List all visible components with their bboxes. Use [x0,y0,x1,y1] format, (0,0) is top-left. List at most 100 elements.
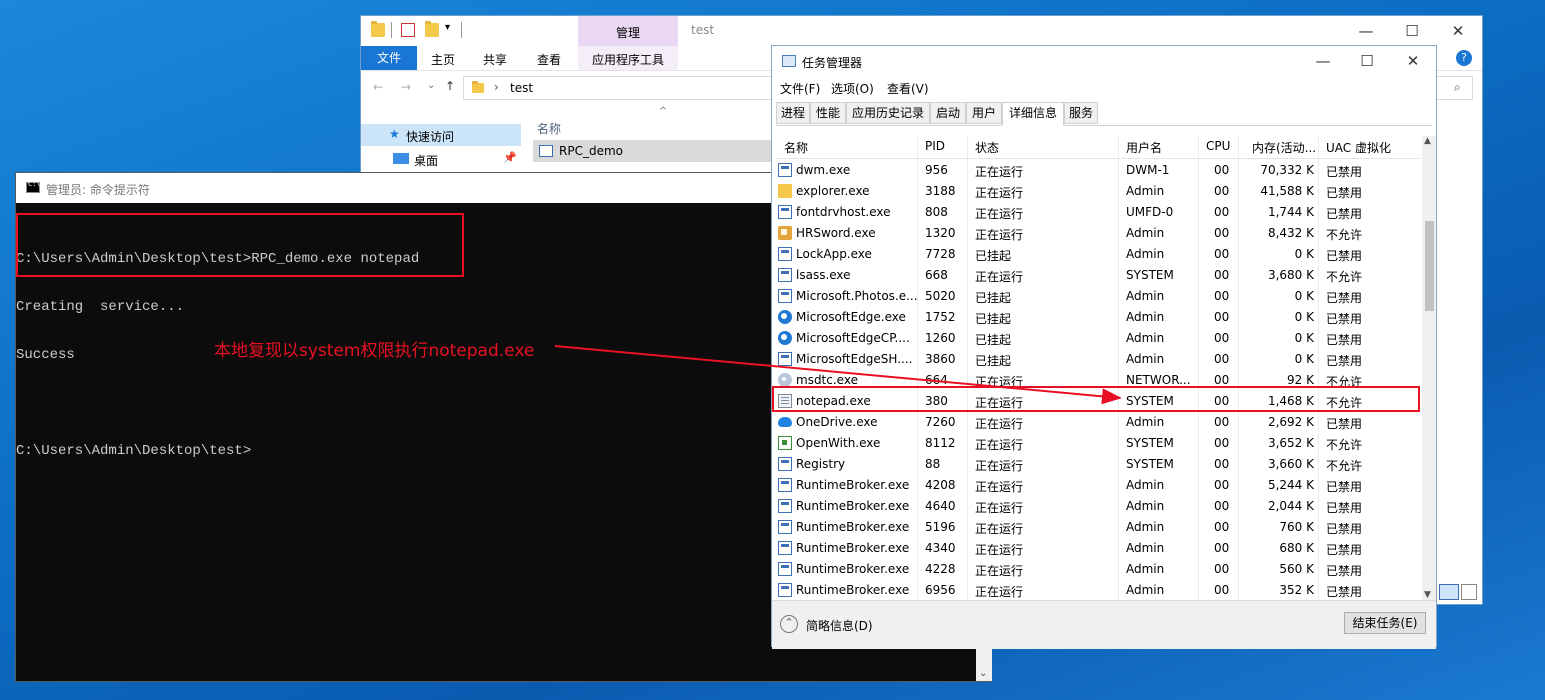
tab-performance[interactable]: 性能 [810,102,846,124]
scroll-down-icon[interactable]: ▼ [1424,590,1431,600]
scrollbar-thumb[interactable] [1425,221,1434,311]
tab-services[interactable]: 服务 [1064,102,1098,124]
window-icon [778,520,792,534]
new-folder-icon[interactable] [425,21,439,37]
chevron-up-icon[interactable]: ⌃ [780,615,798,633]
cell-uac: 已禁用 [1326,354,1363,368]
close-icon[interactable]: ✕ [1390,50,1436,72]
pin-icon[interactable]: 📌 [503,151,517,164]
forward-icon[interactable]: → [401,80,411,94]
cell-uac: 已禁用 [1326,585,1363,599]
column-header-status[interactable]: 状态 [975,139,999,156]
desktop-icon [393,153,409,164]
table-row[interactable]: lsass.exe 668 正在运行 SYSTEM 00 3,680 K 不允许 [776,265,1420,286]
column-header-memory[interactable]: 内存(活动... [1252,139,1316,156]
tab-app-history[interactable]: 应用历史记录 [846,102,930,124]
table-row[interactable]: dwm.exe 956 正在运行 DWM-1 00 70,332 K 已禁用 [776,160,1420,181]
minimize-icon[interactable]: — [1300,50,1346,72]
table-row[interactable]: RuntimeBroker.exe 6956 正在运行 Admin 00 352 K 已禁用 [776,580,1420,600]
table-row[interactable]: MicrosoftEdgeCP.... 1260 已挂起 Admin 00 0 K 已禁用 [776,328,1420,349]
chevron-down-icon[interactable]: ▾ [445,22,450,33]
close-icon[interactable]: ✕ [1435,20,1481,42]
column-header-uac[interactable]: UAC 虚拟化 [1326,139,1391,156]
fewer-details-link[interactable]: 简略信息(D) [806,617,873,634]
table-row[interactable]: fontdrvhost.exe 808 正在运行 UMFD-0 00 1,744 K 已禁用 [776,202,1420,223]
folder-icon [472,81,484,93]
cell-name: msdtc.exe [796,373,858,387]
details-view-icon[interactable] [1439,584,1459,600]
cell-cpu: 00 [1214,457,1230,471]
folder-icon [371,21,385,37]
cell-name: OpenWith.exe [796,436,881,450]
tab-details[interactable]: 详细信息 [1002,102,1064,126]
properties-icon[interactable] [401,23,415,37]
scroll-down-icon[interactable]: ⌄ [979,668,987,679]
cell-mem: 0 K [1294,331,1314,345]
table-row[interactable]: Registry 88 正在运行 SYSTEM 00 3,660 K 不允许 [776,454,1420,475]
menu-bar: 文件(F) 选项(O) 查看(V) [772,78,1436,98]
scroll-up-icon[interactable]: ▲ [1424,136,1431,146]
maximize-icon[interactable]: ☐ [1389,20,1435,42]
menu-view[interactable]: 查看(V) [887,80,929,97]
tab-users[interactable]: 用户 [966,102,1002,124]
up-icon[interactable]: ↑ [445,79,455,93]
table-row[interactable]: HRSword.exe 1320 正在运行 Admin 00 8,432 K 不允许 [776,223,1420,244]
cell-name: RuntimeBroker.exe [796,520,910,534]
cell-uac: 不允许 [1326,459,1363,473]
tab-view[interactable]: 查看 [537,51,561,68]
cell-status: 正在运行 [975,228,1024,242]
table-row[interactable]: MicrosoftEdge.exe 1752 已挂起 Admin 00 0 K 已禁用 [776,307,1420,328]
end-task-button[interactable]: 结束任务(E) [1344,612,1426,634]
column-header-user[interactable]: 用户名 [1126,139,1162,156]
table-row[interactable]: RuntimeBroker.exe 4208 正在运行 Admin 00 5,244 K 已… [776,475,1420,496]
cell-user: Admin [1126,478,1165,492]
tab-app-tools[interactable]: 应用程序工具 [578,46,678,70]
table-row[interactable]: MicrosoftEdgeSH.... 3860 已挂起 Admin 00 0 K 已禁用 [776,349,1420,370]
column-header-name[interactable]: 名称 [784,139,808,156]
cell-uac: 已禁用 [1326,207,1363,221]
nav-item-quick-access[interactable]: ★ 快速访问 [361,124,521,146]
cell-pid: 7728 [925,247,956,261]
menu-options[interactable]: 选项(O) [831,80,874,97]
cell-cpu: 00 [1214,331,1230,345]
recent-locations-icon[interactable]: ⌄ [427,80,435,91]
cell-uac: 已禁用 [1326,543,1363,557]
tab-file[interactable]: 文件 [361,46,417,70]
table-row[interactable]: RuntimeBroker.exe 4640 正在运行 Admin 00 2,044 K 已… [776,496,1420,517]
window-icon [778,247,792,261]
large-icons-view-icon[interactable] [1461,584,1477,600]
table-row[interactable]: RuntimeBroker.exe 4340 正在运行 Admin 00 680 K 已禁用 [776,538,1420,559]
table-row[interactable]: OpenWith.exe 8112 正在运行 SYSTEM 00 3,652 K 不允许 [776,433,1420,454]
tab-home[interactable]: 主页 [431,51,455,68]
maximize-icon[interactable]: ☐ [1344,50,1390,72]
table-row[interactable]: LockApp.exe 7728 已挂起 Admin 00 0 K 已禁用 [776,244,1420,265]
table-row[interactable]: OneDrive.exe 7260 正在运行 Admin 00 2,692 K 已禁用 [776,412,1420,433]
tab-share[interactable]: 共享 [483,51,507,68]
window-icon [778,562,792,576]
window-icon [778,499,792,513]
nav-item-desktop[interactable]: 桌面 📌 [361,148,521,170]
table-row[interactable]: explorer.exe 3188 正在运行 Admin 00 41,588 K 已禁用 [776,181,1420,202]
table-row[interactable]: RuntimeBroker.exe 5196 正在运行 Admin 00 760 K 已禁用 [776,517,1420,538]
help-icon[interactable]: ? [1456,50,1472,66]
minimize-icon[interactable]: — [1343,20,1389,42]
table-row[interactable]: Microsoft.Photos.e... 5020 已挂起 Admin 00 0 K 已禁… [776,286,1420,307]
table-header: ^ 名称 PID 状态 用户名 CPU 内存(活动... UAC 虚拟化 [776,136,1420,159]
tab-manage[interactable]: 管理 [578,16,678,46]
search-icon[interactable]: ⌕ [1454,80,1461,95]
menu-file[interactable]: 文件(F) [780,80,820,97]
table-row[interactable]: RuntimeBroker.exe 4228 正在运行 Admin 00 560 K 已禁用 [776,559,1420,580]
list-item[interactable]: RPC_demo [533,140,773,162]
tab-startup[interactable]: 启动 [930,102,966,124]
cell-mem: 3,652 K [1267,436,1314,450]
tab-processes[interactable]: 进程 [776,102,810,124]
cell-user: UMFD-0 [1126,205,1174,219]
scrollbar[interactable]: ▲ ▼ [1422,136,1436,600]
breadcrumb[interactable]: test [510,81,533,95]
column-header-name[interactable]: 名称 [537,120,561,137]
back-icon[interactable]: ← [373,80,383,94]
cell-mem: 0 K [1294,247,1314,261]
column-header-cpu[interactable]: CPU [1206,139,1230,153]
column-header-pid[interactable]: PID [925,139,945,153]
cell-user: Admin [1126,331,1165,345]
